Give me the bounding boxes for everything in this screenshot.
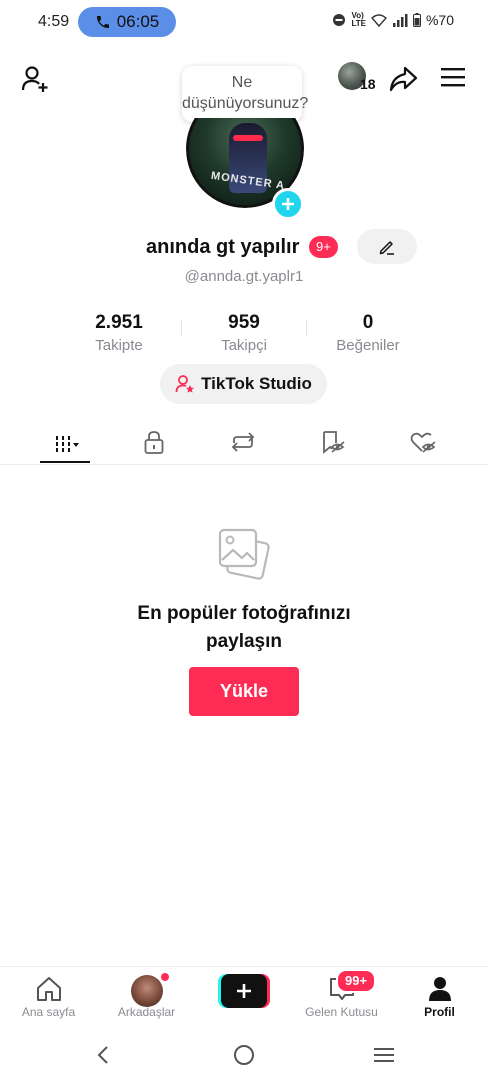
active-tab-indicator (40, 461, 90, 463)
plus-icon (237, 984, 251, 998)
empty-title-line: En popüler fotoğrafınızı paylaşın (137, 603, 351, 652)
followers-label: Takipçi (221, 337, 267, 354)
nav-profile[interactable]: Profil (391, 967, 488, 1027)
profile-handle: @annda.gt.yaplr1 (184, 268, 304, 285)
stat-divider (181, 320, 182, 336)
tiktok-studio-label: TikTok Studio (201, 374, 312, 393)
heart-hidden-icon (410, 432, 436, 453)
profile-viewers-button[interactable]: 18 (338, 62, 382, 94)
status-icons: Vo) LTE %70 (332, 12, 454, 28)
system-back-button[interactable] (88, 1042, 118, 1068)
menu-button[interactable] (438, 62, 468, 92)
viewers-count: 18 (360, 76, 376, 92)
likes-count: 0 (362, 312, 374, 333)
photos-icon (216, 526, 272, 582)
nav-profile-label: Profil (424, 1005, 455, 1019)
following-count: 2.951 (95, 312, 143, 333)
upload-button[interactable]: Yükle (189, 667, 299, 716)
wifi-icon (370, 14, 387, 27)
thought-bubble[interactable]: Ne düşünüyorsunuz? (182, 66, 308, 122)
phone-icon (96, 16, 109, 28)
stat-divider (306, 320, 307, 336)
status-time: 4:59 (38, 13, 70, 30)
tab-reposts[interactable] (198, 420, 288, 464)
videos-grid-icon (56, 436, 79, 452)
profile-icon (428, 977, 451, 1001)
tiktok-studio-button[interactable]: TikTok Studio (160, 364, 327, 404)
tab-liked[interactable] (378, 420, 468, 464)
user-star-icon (175, 375, 195, 393)
nav-friends[interactable]: Arkadaşlar (98, 967, 195, 1027)
signal-icon (392, 14, 408, 27)
nav-friends-label: Arkadaşlar (117, 1005, 176, 1019)
back-chevron-icon (97, 1046, 108, 1064)
create-core (221, 974, 267, 1008)
plus-icon (282, 198, 294, 210)
tab-saved[interactable] (288, 420, 378, 464)
home-circle-icon (234, 1045, 254, 1065)
system-home-button[interactable] (229, 1042, 259, 1068)
following-label: Takipte (95, 337, 143, 354)
dnd-icon (333, 14, 346, 26)
tab-videos[interactable] (20, 420, 110, 464)
nav-home[interactable]: Ana sayfa (0, 967, 97, 1027)
status-bar: 4:59 06:05 Vo) LTE %70 (0, 0, 488, 44)
repost-icon (231, 432, 255, 452)
friend-avatar (130, 975, 163, 1007)
followers-count: 959 (228, 312, 260, 333)
tab-private[interactable] (109, 420, 199, 464)
hamburger-menu-icon (441, 68, 465, 87)
profile-tabs (0, 420, 488, 465)
home-icon (36, 977, 61, 1001)
avatar-visor (233, 135, 263, 141)
edit-profile-button[interactable] (357, 229, 417, 264)
stat-likes[interactable]: 0 Beğeniler (308, 312, 428, 354)
profile-name: anında gt yapılır (146, 236, 300, 258)
lock-icon (144, 431, 164, 454)
inbox-badge: 99+ (336, 969, 377, 993)
ongoing-call-pill[interactable]: 06:05 (78, 7, 176, 37)
stat-followers[interactable]: 959 Takipçi (184, 312, 304, 354)
battery-icon (412, 13, 421, 27)
call-duration: 06:05 (116, 12, 160, 31)
name-notification-badge[interactable]: 9+ (309, 236, 338, 258)
share-arrow-icon (389, 66, 418, 92)
share-profile-button[interactable] (386, 62, 420, 96)
battery-level: %70 (425, 12, 454, 28)
create-button[interactable] (218, 974, 270, 1008)
bookmark-hidden-icon (323, 431, 345, 454)
empty-state-title: En popüler fotoğrafınızı paylaşın (0, 600, 488, 656)
add-story-button[interactable] (272, 188, 304, 220)
likes-label: Beğeniler (336, 337, 400, 354)
system-navigation (0, 1030, 488, 1080)
pencil-icon (379, 240, 394, 255)
friends-notification-dot (160, 972, 170, 982)
system-recents-button[interactable] (369, 1042, 399, 1068)
stat-following[interactable]: 2.951 Takipte (59, 312, 179, 354)
add-friend-button[interactable] (18, 62, 52, 96)
nav-home-label: Ana sayfa (21, 1005, 76, 1019)
recents-icon (374, 1048, 394, 1062)
add-user-icon (21, 66, 48, 92)
network-label: Vo) LTE (351, 11, 366, 28)
nav-inbox-label: Gelen Kutusu (305, 1005, 378, 1019)
